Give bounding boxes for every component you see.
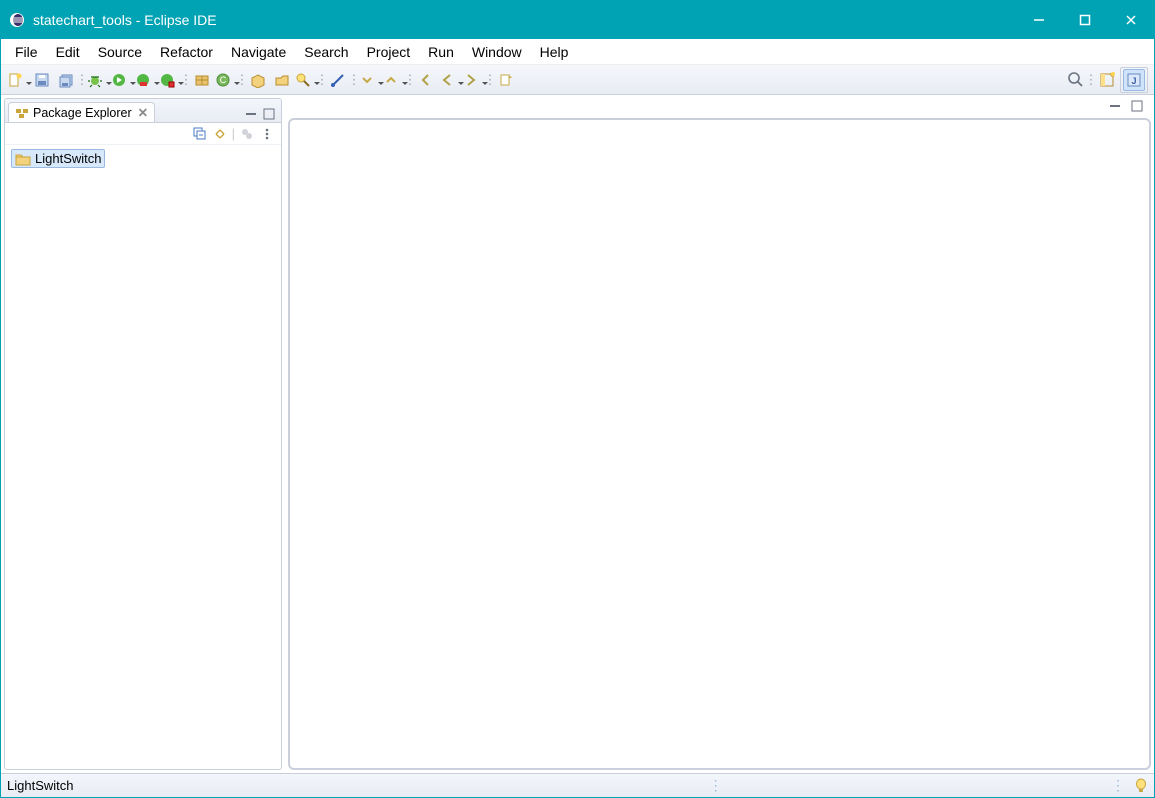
empty-editor[interactable]	[288, 118, 1151, 770]
svg-text:J: J	[1131, 76, 1136, 86]
tip-icon[interactable]	[1134, 778, 1148, 794]
status-grip: ⋮	[1105, 777, 1130, 794]
view-menu-button[interactable]	[259, 126, 275, 142]
svg-text:C: C	[220, 75, 227, 85]
back-button[interactable]	[439, 69, 461, 91]
maximize-view-button[interactable]	[261, 106, 277, 122]
view-toolbar: |	[5, 123, 281, 145]
new-class-button[interactable]: C	[215, 69, 237, 91]
save-button[interactable]	[31, 69, 53, 91]
quick-access-search-button[interactable]	[1064, 69, 1086, 91]
save-all-button[interactable]	[55, 69, 77, 91]
menu-refactor[interactable]: Refactor	[152, 42, 221, 62]
new-button[interactable]	[7, 69, 29, 91]
toolbar-separator: ⋮	[1088, 69, 1094, 91]
menu-run[interactable]: Run	[420, 42, 462, 62]
menu-project[interactable]: Project	[359, 42, 419, 62]
menu-edit[interactable]: Edit	[48, 42, 88, 62]
open-perspective-button[interactable]	[1096, 69, 1118, 91]
collapse-all-button[interactable]	[192, 126, 208, 142]
main-toolbar: ⋮ ⋮ C ⋮ ⋮ ⋮ ⋮ ⋮ ⋮ J	[1, 65, 1154, 95]
open-type-button[interactable]	[247, 69, 269, 91]
workbench-content: Package Explorer ✕ | LightSwitch	[1, 95, 1154, 773]
left-sidebar: Package Explorer ✕ | LightSwitch	[1, 95, 285, 773]
focus-task-button[interactable]	[239, 126, 255, 142]
forward-button[interactable]	[463, 69, 485, 91]
eclipse-icon	[9, 12, 25, 28]
status-selection: LightSwitch	[7, 778, 73, 793]
project-tree[interactable]: LightSwitch	[5, 145, 281, 172]
status-grip: ⋮	[703, 777, 728, 794]
view-tab-label: Package Explorer	[33, 106, 132, 120]
back-history-button[interactable]	[415, 69, 437, 91]
package-explorer-view: Package Explorer ✕ | LightSwitch	[4, 98, 282, 770]
package-explorer-tab[interactable]: Package Explorer ✕	[8, 102, 155, 122]
next-annotation-button[interactable]	[359, 69, 381, 91]
status-bar: LightSwitch ⋮ ⋮	[1, 773, 1154, 797]
menu-window[interactable]: Window	[464, 42, 530, 62]
menu-source[interactable]: Source	[90, 42, 150, 62]
menu-bar: File Edit Source Refactor Navigate Searc…	[1, 39, 1154, 65]
run-last-button[interactable]	[159, 69, 181, 91]
project-label: LightSwitch	[35, 151, 101, 166]
perspective-switcher: J	[1120, 67, 1148, 93]
close-view-icon[interactable]: ✕	[138, 105, 148, 120]
coverage-button[interactable]	[135, 69, 157, 91]
minimize-button[interactable]	[1016, 1, 1062, 39]
menu-navigate[interactable]: Navigate	[223, 42, 294, 62]
window-title: statechart_tools - Eclipse IDE	[33, 12, 217, 28]
menu-search[interactable]: Search	[296, 42, 356, 62]
editor-controls	[288, 98, 1151, 118]
close-button[interactable]	[1108, 1, 1154, 39]
minimize-view-button[interactable]	[243, 106, 259, 122]
menu-file[interactable]: File	[7, 42, 46, 62]
toolbar-separator: ⋮	[351, 69, 357, 91]
project-node[interactable]: LightSwitch	[11, 149, 105, 168]
maximize-button[interactable]	[1062, 1, 1108, 39]
run-button[interactable]	[111, 69, 133, 91]
toolbar-separator: ⋮	[79, 69, 85, 91]
view-tab-bar: Package Explorer ✕	[5, 99, 281, 123]
menu-help[interactable]: Help	[532, 42, 577, 62]
window-title-bar: statechart_tools - Eclipse IDE	[1, 1, 1154, 39]
link-with-editor-button[interactable]	[212, 126, 228, 142]
maximize-editor-button[interactable]	[1129, 98, 1145, 114]
package-icon	[15, 106, 29, 120]
debug-button[interactable]	[87, 69, 109, 91]
open-task-button[interactable]	[271, 69, 293, 91]
java-perspective-button[interactable]: J	[1123, 69, 1145, 91]
prev-annotation-button[interactable]	[383, 69, 405, 91]
pin-editor-button[interactable]	[495, 69, 517, 91]
editor-area	[288, 98, 1151, 770]
minimize-editor-button[interactable]	[1107, 98, 1123, 114]
new-package-button[interactable]	[191, 69, 213, 91]
project-folder-icon	[15, 152, 31, 166]
toggle-mark-button[interactable]	[327, 69, 349, 91]
search-button[interactable]	[295, 69, 317, 91]
